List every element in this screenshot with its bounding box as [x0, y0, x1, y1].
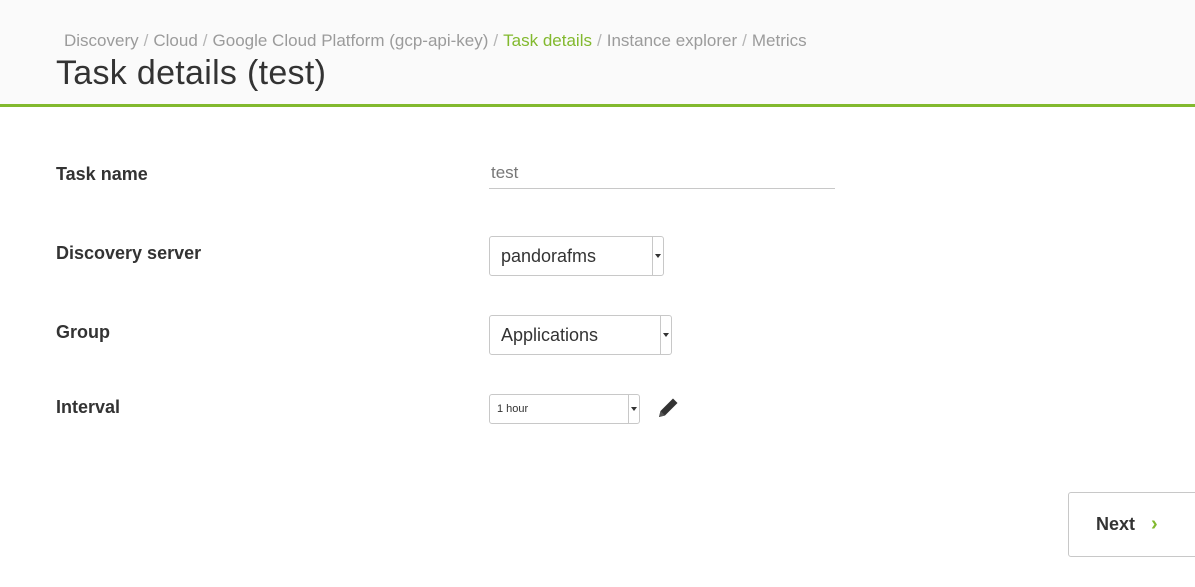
discovery-server-label: Discovery server: [56, 243, 202, 263]
next-button[interactable]: Next ›: [1068, 492, 1195, 557]
breadcrumb: Discovery / Cloud / Google Cloud Platform (g…: [64, 31, 807, 51]
page-header: Discovery / Cloud / Google Cloud Platform (g…: [0, 0, 1195, 107]
dropdown-arrow-icon: [660, 316, 671, 354]
breadcrumb-item-metrics[interactable]: Metrics: [752, 31, 807, 50]
breadcrumb-separator: /: [742, 31, 747, 50]
dropdown-arrow-icon: [652, 237, 663, 275]
group-label: Group: [56, 322, 110, 342]
breadcrumb-item-google-cloud-platform[interactable]: Google Cloud Platform (gcp-api-key): [213, 31, 489, 50]
group-select[interactable]: Applications: [489, 315, 672, 355]
breadcrumb-separator: /: [493, 31, 499, 50]
breadcrumb-item-discovery[interactable]: Discovery: [64, 31, 139, 50]
group-selected: Applications: [501, 324, 599, 345]
chevron-right-icon: ›: [1151, 513, 1158, 535]
dropdown-arrow-icon: [628, 395, 639, 423]
interval-select[interactable]: 1 hour: [489, 394, 640, 424]
task-name-label: Task name: [56, 164, 148, 184]
discovery-server-selected: pandorafms: [501, 245, 597, 266]
interval-selected: 1 hour: [497, 403, 529, 415]
page-title: Task details (test): [56, 54, 327, 92]
breadcrumb-separator: /: [202, 31, 208, 50]
breadcrumb-item-cloud[interactable]: Cloud: [153, 31, 197, 50]
next-button-label: Next: [1096, 514, 1136, 534]
discovery-server-select[interactable]: pandorafms: [489, 236, 664, 276]
breadcrumb-separator: /: [143, 31, 149, 50]
breadcrumb-separator: /: [596, 31, 602, 50]
pencil-icon[interactable]: [654, 394, 682, 422]
breadcrumb-item-instance-explorer[interactable]: Instance explorer: [607, 31, 737, 50]
task-name-input[interactable]: [489, 157, 835, 189]
breadcrumb-item-task-details[interactable]: Task details: [503, 31, 592, 50]
interval-label: Interval: [56, 397, 121, 417]
